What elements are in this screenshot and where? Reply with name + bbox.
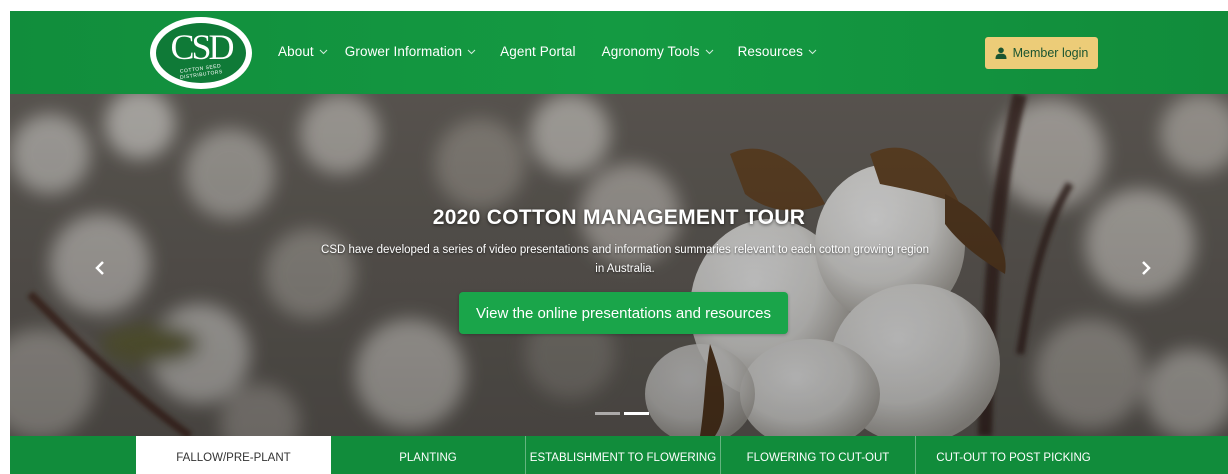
hero-title: 2020 COTTON MANAGEMENT TOUR xyxy=(432,206,806,229)
nav-item-agent-portal[interactable]: Agent Portal xyxy=(500,44,576,59)
carousel-prev-button[interactable] xyxy=(90,256,110,280)
tab-fallow-pre-plant[interactable]: FALLOW/PRE-PLANT xyxy=(136,436,331,474)
tab-cut-out-to-post-picking[interactable]: CUT-OUT TO POST PICKING xyxy=(916,436,1111,474)
tab-flowering-to-cut-out[interactable]: FLOWERING TO CUT-OUT xyxy=(721,436,916,474)
carousel-indicator-2[interactable] xyxy=(624,412,649,415)
chevron-down-icon xyxy=(808,49,817,55)
nav-item-label: Resources xyxy=(737,44,804,59)
nav-item-label: Grower Information xyxy=(344,44,463,59)
nav-item-grower-information[interactable]: Grower Information xyxy=(345,44,476,59)
csd-logo[interactable]: CSD COTTON SEED DISTRIBUTORS xyxy=(150,17,252,89)
carousel-next-button[interactable] xyxy=(1136,256,1156,280)
tab-establishment-to-flowering[interactable]: ESTABLISHMENT TO FLOWERING xyxy=(526,436,721,474)
nav-item-resources[interactable]: Resources xyxy=(738,44,817,59)
main-nav: About Grower Information Agent Portal Ag… xyxy=(278,44,817,59)
chevron-left-icon xyxy=(95,261,104,275)
nav-item-about[interactable]: About xyxy=(278,44,328,59)
logo-text: CSD xyxy=(170,27,234,67)
nav-item-label: About xyxy=(278,44,314,59)
view-presentations-button[interactable]: View the online presentations and resour… xyxy=(459,292,788,334)
hero-description: CSD have developed a series of video pre… xyxy=(321,244,929,275)
chevron-down-icon xyxy=(467,49,476,55)
user-icon xyxy=(995,47,1007,59)
hero-carousel: 2020 COTTON MANAGEMENT TOUR CSD have dev… xyxy=(10,94,1228,436)
carousel-indicator-1[interactable] xyxy=(595,412,620,415)
member-login-label: Member login xyxy=(1012,46,1089,60)
nav-item-label: Agronomy Tools xyxy=(601,44,700,59)
chevron-down-icon xyxy=(705,49,713,55)
chevron-right-icon xyxy=(1142,261,1151,275)
growth-stage-tabs: FALLOW/PRE-PLANT PLANTING ESTABLISHMENT … xyxy=(10,436,1228,474)
tab-planting[interactable]: PLANTING xyxy=(331,436,526,474)
site-header: CSD COTTON SEED DISTRIBUTORS About Growe… xyxy=(10,11,1228,94)
nav-item-label: Agent Portal xyxy=(500,44,576,59)
logo-emblem: CSD COTTON SEED DISTRIBUTORS xyxy=(154,21,248,85)
carousel-indicators xyxy=(595,412,653,415)
member-login-button[interactable]: Member login xyxy=(985,37,1098,69)
nav-item-agronomy-tools[interactable]: Agronomy Tools xyxy=(602,44,714,59)
chevron-down-icon xyxy=(319,49,328,55)
